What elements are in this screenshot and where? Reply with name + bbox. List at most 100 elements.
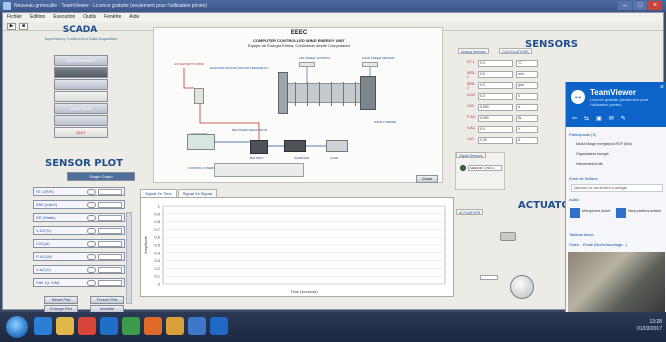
run-icon[interactable]: ▶ xyxy=(7,23,16,30)
actuator-value-field[interactable] xyxy=(480,275,498,280)
sensor-select-row[interactable]: P-AC(W) xyxy=(33,252,125,261)
teamviewer-icon[interactable] xyxy=(100,317,118,335)
transfer-icon[interactable]: ⇆ xyxy=(584,115,589,122)
diagram-close-button[interactable]: Close xyxy=(416,175,438,183)
sensor-color-box[interactable] xyxy=(98,254,122,260)
sensor-reading-row: V-AC 0.0 V xyxy=(467,126,547,133)
chart-tab-0[interactable]: Signal Vs Time xyxy=(140,189,177,197)
tab-digital-sensors[interactable]: Digital Sensors xyxy=(456,152,486,158)
ie-icon[interactable] xyxy=(34,317,52,335)
actuator-knob[interactable] xyxy=(510,275,534,299)
chart-tab-1[interactable]: Signal Vs Signal xyxy=(177,189,217,197)
freeze-plot-button[interactable]: Freeze Plot xyxy=(90,296,124,304)
tab-calculations[interactable]: CALCULATIONS xyxy=(499,48,532,54)
participants-section[interactable]: Participants (3) xyxy=(569,132,665,137)
sensor-name: I-DC xyxy=(467,104,475,108)
labview-icon[interactable] xyxy=(188,317,206,335)
menu-item-0[interactable]: Fichier xyxy=(7,13,22,22)
nav-button-3[interactable] xyxy=(54,91,108,102)
media-icon[interactable] xyxy=(78,317,96,335)
sensor-color-box[interactable] xyxy=(98,215,122,221)
minimize-button[interactable]: – xyxy=(618,1,632,10)
sensor-reading-row: I-DC 0.000 A xyxy=(467,104,547,111)
sensor-toggle[interactable] xyxy=(87,228,96,234)
folder-icon[interactable] xyxy=(166,317,184,335)
mail-icon[interactable] xyxy=(122,317,140,335)
sensor-color-box[interactable] xyxy=(98,280,122,286)
sensor-color-box[interactable] xyxy=(98,267,122,273)
whiteboard-section[interactable]: Tableau blanc xyxy=(569,232,665,237)
sensor-toggle[interactable] xyxy=(87,189,96,195)
microphone-icon[interactable] xyxy=(570,208,580,218)
sensor-toggle[interactable] xyxy=(87,267,96,273)
participant-2[interactable]: Organisateur energie xyxy=(576,152,664,156)
edit-icon[interactable]: ✎ xyxy=(621,115,626,122)
clock-time: 13:28 xyxy=(649,319,662,325)
menu-item-2[interactable]: Execution xyxy=(53,13,75,22)
scada-subtitle: Supervisory Control And Data Acquisition xyxy=(44,36,118,41)
participant-3[interactable]: Intervenant invité xyxy=(576,162,664,166)
video-section[interactable]: Vidéo - Poste (Nom/Jumelage...) xyxy=(569,242,665,247)
sensor-toggle[interactable] xyxy=(87,202,96,208)
window-controls: – □ × xyxy=(618,1,662,10)
sensor-name: I-AC xyxy=(467,137,474,141)
sensor-toggle[interactable] xyxy=(87,241,96,247)
menu-item-3[interactable]: Outils xyxy=(83,13,96,22)
teamviewer-panel: TeamViewer Licence gratuite (seulement p… xyxy=(565,82,666,342)
nav-button-6[interactable]: QUIT xyxy=(54,127,108,138)
menu-item-5[interactable]: Aide xyxy=(129,13,139,22)
maximize-button[interactable]: □ xyxy=(633,1,647,10)
sensor-color-box[interactable] xyxy=(98,241,122,247)
video-icon[interactable]: ▣ xyxy=(596,115,602,122)
sensor-color-box[interactable] xyxy=(98,189,122,195)
speaker-icon[interactable] xyxy=(616,208,626,218)
sensor-select-row[interactable]: I-DC(A) xyxy=(33,239,125,248)
teamviewer-close-icon[interactable]: × xyxy=(660,84,664,91)
sensor-name: P-AC xyxy=(467,115,476,119)
sensor-toggle[interactable] xyxy=(87,215,96,221)
sensor-select-row[interactable]: ZBS (mA/V) xyxy=(33,200,125,209)
nav-button-1[interactable] xyxy=(54,67,108,78)
teamviewer-app-icon[interactable] xyxy=(210,317,228,335)
chart-y-tick-label: 0.7 xyxy=(154,227,160,232)
nav-button-5[interactable] xyxy=(54,115,108,126)
stop-icon[interactable]: ■ xyxy=(19,23,28,30)
sensor-select-row[interactable]: V-DC(V) xyxy=(33,226,125,235)
menu-item-4[interactable]: Fenêtre xyxy=(104,13,121,22)
reset-plot-button[interactable]: Reset Plot xyxy=(44,296,78,304)
share-screen-icon[interactable]: ⇦ xyxy=(572,115,577,122)
digital-sensor-label: SENSOR 1 (SS-1) xyxy=(468,165,502,171)
sensor-unit: rpm xyxy=(516,82,538,89)
sensor-list-scrollbar[interactable] xyxy=(126,212,132,304)
sensor-select-row[interactable]: SR (Watts) xyxy=(33,213,125,222)
files-section[interactable]: Zone de fichiers xyxy=(569,176,665,181)
actuator-switch[interactable] xyxy=(500,232,516,241)
participant-1[interactable]: Nadia Marge energiepdo RGF (Moi) xyxy=(576,142,664,146)
audio-section[interactable]: Audio xyxy=(569,197,665,202)
nav-button-2[interactable] xyxy=(54,79,108,90)
chart-plot-area: 0 0.1 0.2 0.3 0.4 0.5 0.6 0.7 0.8 0.9 1 Amplitude Ti… xyxy=(143,204,446,294)
start-button[interactable] xyxy=(6,316,28,338)
explorer-icon[interactable] xyxy=(56,317,74,335)
speaker-label: Haut-parleurs activés xyxy=(628,209,662,213)
files-drop-zone[interactable]: Déposez ici vos fichiers à partager xyxy=(571,184,663,192)
sensor-toggle[interactable] xyxy=(87,280,96,286)
tab-actuators[interactable]: ACTUATORS xyxy=(456,209,484,215)
title-bar: Nouveau grenouille · TeamViewer - Licenc… xyxy=(0,0,666,12)
sensor-color-box[interactable] xyxy=(98,202,122,208)
sensor-toggle[interactable] xyxy=(87,254,96,260)
sensor-value: 0.000 xyxy=(478,115,513,122)
menu-item-1[interactable]: Edition xyxy=(30,13,45,22)
chat-icon[interactable]: ✉ xyxy=(609,115,614,122)
graph-mode-select[interactable]: Single Graph xyxy=(67,172,135,181)
sensor-select-row[interactable]: V-AC(V) xyxy=(33,265,125,274)
sensor-unit: A xyxy=(516,137,538,144)
nav-button-4[interactable]: VIEW DATA xyxy=(54,103,108,114)
chrome-icon[interactable] xyxy=(144,317,162,335)
sensor-select-row[interactable]: ST-1(R/S) xyxy=(33,187,125,196)
close-window-button[interactable]: × xyxy=(648,1,662,10)
sensor-color-box[interactable] xyxy=(98,228,122,234)
nav-button-0[interactable]: ENVIRONMENT xyxy=(54,55,108,66)
tab-analog-sensors[interactable]: Analog Sensors xyxy=(458,48,489,54)
sensor-select-row[interactable]: SIM 1(L S/M) xyxy=(33,278,125,287)
